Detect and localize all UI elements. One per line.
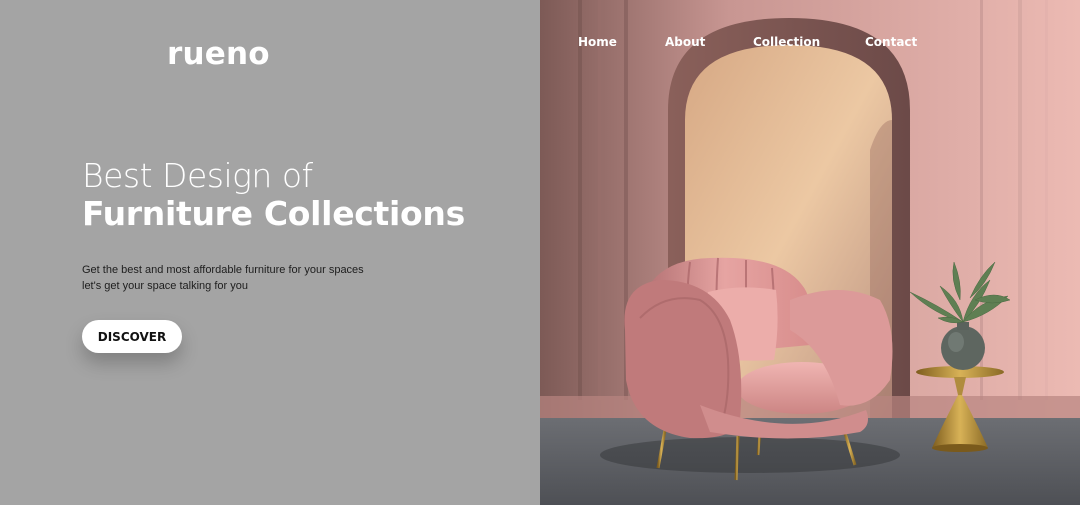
hero-image-panel: Home About Collection Contact [540,0,1080,505]
hero-tagline-line2: let's get your space talking for you [82,280,248,292]
pink-armchair-arch-room-image [540,0,1080,505]
brand-logo[interactable]: rueno [167,36,270,72]
nav-contact-link[interactable]: Contact [865,35,917,49]
hero-headline-line2: Furniture Collections [82,194,465,233]
nav-collection-link[interactable]: Collection [753,35,820,49]
hero-left-panel: rueno Best Design of Furniture Collectio… [0,0,540,505]
hero-headline-line1: Best Design of [82,156,313,195]
hero-tagline: Get the best and most affordable furnitu… [82,262,364,294]
nav-home-link[interactable]: Home [578,35,617,49]
hero-tagline-line1: Get the best and most affordable furnitu… [82,264,364,276]
nav-about-link[interactable]: About [665,35,705,49]
discover-button[interactable]: DISCOVER [82,320,182,353]
main-nav: Home About Collection Contact [540,35,1080,55]
